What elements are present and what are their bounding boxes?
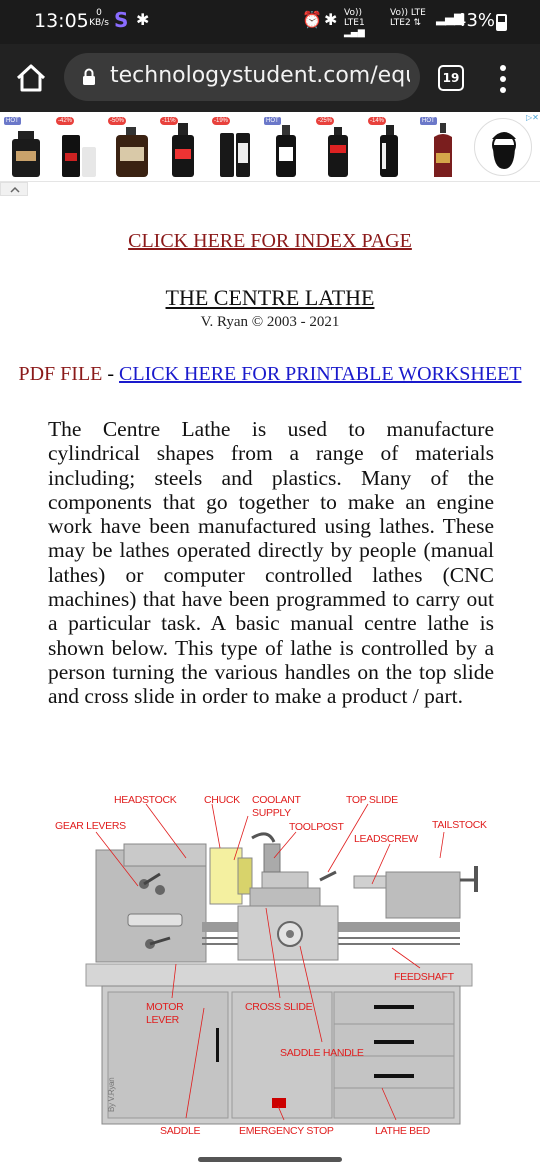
tailstock	[385, 871, 461, 919]
drawer-handle	[374, 1005, 414, 1009]
gesture-navigation-bar[interactable]	[198, 1157, 342, 1162]
ad-product[interactable]: HOT	[264, 117, 312, 179]
label-saddle-handle: SADDLE HANDLE	[280, 1047, 364, 1059]
label-saddle: SADDLE	[160, 1125, 201, 1137]
label-emergency-stop: EMERGENCY STOP	[239, 1125, 334, 1137]
label-coolant: COOLANT	[252, 794, 302, 806]
ad-brand-logo[interactable]	[474, 118, 532, 176]
intro-paragraph: The Centre Lathe is used to manufacture …	[48, 417, 494, 709]
motor-lever	[216, 1028, 219, 1062]
centre-lathe-diagram: HEADSTOCK CHUCK COOLANT SUPPLY TOP SLIDE…	[55, 794, 487, 1137]
label-lathe-bed: LATHE BED	[375, 1125, 431, 1137]
chuck	[209, 847, 243, 905]
pdf-label: PDF FILE	[18, 363, 103, 385]
home-icon[interactable]	[16, 64, 46, 92]
ad-collapse-button[interactable]	[0, 182, 28, 196]
top-slide	[261, 871, 309, 889]
ad-product[interactable]: HOT	[4, 117, 52, 179]
page-title: THE CENTRE LATHE	[165, 285, 375, 310]
ad-product[interactable]: -25%	[316, 117, 364, 179]
ad-product[interactable]: -14%	[368, 117, 416, 179]
cross-slide	[249, 887, 321, 907]
bluetooth-icon: ✱	[136, 10, 150, 29]
sim1-signal: Vo)) LTE1 ▂▄▆	[344, 8, 365, 38]
label-feedshaft: FEEDSHAFT	[394, 971, 455, 983]
label-coolant-supply: SUPPLY	[252, 807, 291, 819]
label-leadscrew: LEADSCREW	[354, 833, 418, 845]
status-bar: 13:05 0 KB/s S ✱ ⏰ ✱ Vo)) LTE1 ▂▄▆ Vo)) LT…	[0, 0, 540, 44]
byline: V. Ryan © 2003 - 2021	[200, 314, 340, 330]
label-cross-slide: CROSS SLIDE	[245, 1001, 313, 1013]
lock-icon	[83, 68, 95, 85]
diagram-credit: By V.Ryan	[107, 1078, 116, 1112]
label-top-slide: TOP SLIDE	[346, 794, 398, 806]
ad-product[interactable]: HOT	[420, 117, 468, 179]
ad-choices-icon[interactable]: ▷✕	[526, 113, 539, 122]
label-toolpost: TOOLPOST	[289, 821, 344, 833]
ad-banner[interactable]: HOT -42% -50% -11% -19% HOT -25% -14% HO…	[0, 112, 540, 182]
label-motor: MOTOR	[146, 1001, 184, 1013]
drawer-handle	[374, 1074, 414, 1078]
alarm-icon: ⏰	[302, 10, 322, 29]
label-headstock: HEADSTOCK	[114, 794, 177, 806]
label-chuck: CHUCK	[204, 794, 240, 806]
coolant-pipe	[251, 832, 276, 843]
emergency-stop-button	[272, 1098, 286, 1108]
label-gear-levers: GEAR LEVERS	[55, 820, 126, 832]
label-tailstock: TAILSTOCK	[432, 819, 487, 831]
battery-icon	[496, 14, 507, 31]
pdf-separator: -	[102, 363, 120, 385]
index-page-link[interactable]: CLICK HERE FOR INDEX PAGE	[0, 230, 540, 253]
more-menu-icon[interactable]	[496, 64, 510, 94]
clock: 13:05	[34, 10, 89, 32]
printable-worksheet-link[interactable]: CLICK HERE FOR PRINTABLE WORKSHEET	[119, 363, 521, 385]
address-bar[interactable]: technologystudent.com/equi	[64, 53, 420, 101]
url-text[interactable]: technologystudent.com/equi	[110, 63, 410, 88]
bluetooth-connected-icon: ✱	[324, 10, 338, 29]
sim2-signal: Vo)) LTE LTE2 ⇅	[390, 8, 426, 28]
app-notification-icon: S	[114, 8, 129, 32]
ad-product[interactable]: -42%	[56, 117, 104, 179]
label-motor-lever: LEVER	[146, 1014, 180, 1026]
browser-toolbar: technologystudent.com/equi 19	[0, 44, 540, 112]
ad-product[interactable]: -19%	[212, 117, 260, 179]
tab-switcher-button[interactable]: 19	[438, 65, 464, 91]
ad-product[interactable]: -50%	[108, 117, 156, 179]
toolpost	[263, 843, 281, 873]
drawer-handle	[374, 1040, 414, 1044]
pdf-line: PDF FILE - CLICK HERE FOR PRINTABLE WORK…	[0, 362, 540, 386]
ad-product[interactable]: -11%	[160, 117, 208, 179]
network-speed: 0 KB/s	[89, 8, 109, 28]
battery-percentage: 43%	[455, 10, 496, 31]
